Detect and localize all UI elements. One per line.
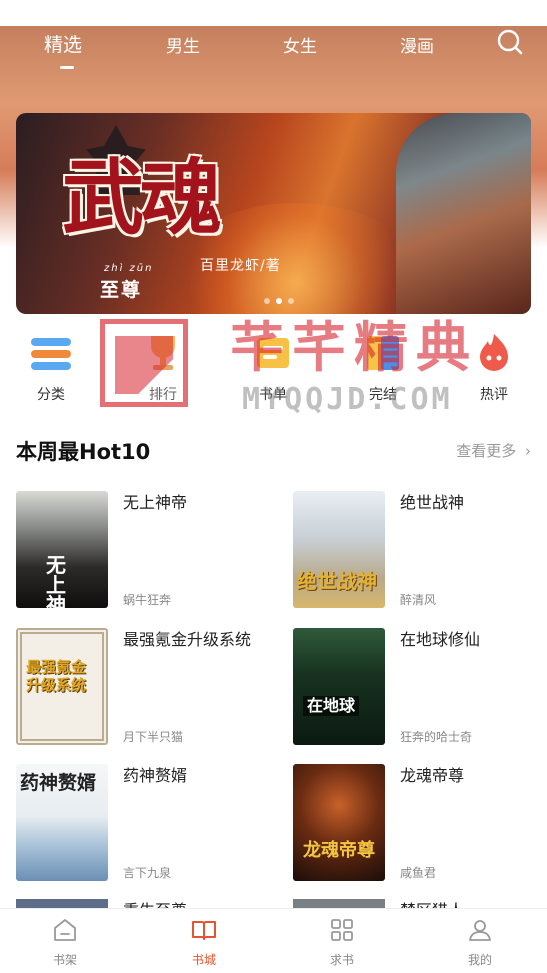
book-author: 狂奔的哈士奇: [400, 730, 473, 744]
book-title: 药神赘婿: [123, 766, 188, 785]
shortcut-category[interactable]: 分类: [11, 326, 91, 404]
promo-banner[interactable]: 武魂 zhì zūn 至尊 百里龙虾/著: [16, 113, 531, 314]
tab-comics[interactable]: 漫画: [400, 32, 434, 57]
banner-title: 武魂: [62, 150, 222, 246]
banner-author: 百里龙虾/著: [200, 258, 281, 274]
active-tab-indicator: [60, 66, 74, 69]
book-cover: 绝世战神: [293, 491, 385, 608]
banner-dot[interactable]: [288, 298, 294, 304]
top-tab-bar: 精选 男生 女生 漫画: [0, 26, 547, 76]
book-cover: 药神赘婿: [16, 764, 108, 881]
chevron-right-icon: ›: [525, 442, 531, 460]
book-cover: 最强氪金升级系统: [16, 628, 108, 745]
nav-profile[interactable]: 我的: [440, 917, 520, 968]
request-book-icon: [329, 917, 355, 943]
nav-label: 求书: [329, 953, 354, 967]
banner-dot[interactable]: [276, 298, 282, 304]
book-title: 在地球修仙: [400, 630, 481, 649]
nav-label: 书架: [52, 953, 77, 967]
booklist-icon: [251, 330, 295, 374]
category-icon: [29, 330, 73, 374]
banner-subtitle: 至尊: [100, 279, 143, 301]
banner-pinyin: zhì zūn: [104, 263, 154, 274]
shortcut-label: 完结: [369, 387, 397, 403]
shortcut-hot-comments[interactable]: 热评: [454, 326, 534, 404]
tab-male[interactable]: 男生: [166, 32, 200, 57]
hot-section-header: 本周最Hot10 查看更多 ›: [16, 436, 531, 466]
bookstore-icon: [191, 917, 217, 943]
nav-label: 我的: [467, 953, 492, 967]
book-card[interactable]: 药神赘婿 药神赘婿 言下九泉: [16, 764, 266, 882]
category-shortcuts: 分类 排行 书单 完结 热评: [0, 326, 547, 412]
book-title: 龙魂帝尊: [400, 766, 465, 785]
book-title: 无上神帝: [123, 493, 188, 512]
book-author: 月下半只猫: [123, 730, 184, 744]
banner-pagination: [264, 298, 294, 304]
hot-comment-icon: [472, 330, 516, 374]
shortcut-ranking[interactable]: 排行: [123, 326, 203, 404]
book-card[interactable]: 在地球 在地球修仙 狂奔的哈士奇: [293, 628, 543, 746]
shortcut-booklist[interactable]: 书单: [233, 326, 313, 404]
bottom-navigation: 书架 书城 求书 我的: [0, 908, 547, 973]
nav-bookstore[interactable]: 书城: [164, 917, 244, 968]
view-more-label: 查看更多: [456, 442, 517, 460]
banner-warrior-art: [396, 113, 531, 314]
book-card[interactable]: 无上神帝 无上神帝 蜗牛狂奔: [16, 491, 266, 609]
shortcut-completed[interactable]: 完结: [343, 326, 423, 404]
book-title: 最强氪金升级系统: [123, 630, 252, 649]
nav-request-book[interactable]: 求书: [302, 917, 382, 968]
book-card[interactable]: 龙魂帝尊 龙魂帝尊 咸鱼君: [293, 764, 543, 882]
status-bar: [0, 0, 547, 26]
book-author: 蜗牛狂奔: [123, 593, 172, 607]
banner-dot[interactable]: [264, 298, 270, 304]
shortcut-label: 分类: [37, 387, 65, 403]
bookshelf-icon: [52, 917, 78, 943]
search-icon: [497, 29, 523, 55]
book-title: 绝世战神: [400, 493, 465, 512]
shortcut-label: 排行: [149, 387, 177, 403]
book-cover: 在地球: [293, 628, 385, 745]
book-author: 言下九泉: [123, 866, 172, 880]
shortcut-label: 书单: [259, 387, 287, 403]
tab-female[interactable]: 女生: [283, 32, 317, 57]
book-card[interactable]: 最强氪金升级系统 最强氪金升级系统 月下半只猫: [16, 628, 266, 746]
view-more-link[interactable]: 查看更多 ›: [456, 440, 531, 461]
profile-icon: [467, 917, 493, 943]
tab-featured[interactable]: 精选: [44, 30, 82, 57]
completed-icon: [361, 330, 405, 374]
book-cover: 龙魂帝尊: [293, 764, 385, 881]
book-author: 咸鱼君: [400, 866, 437, 880]
book-author: 醉清风: [400, 593, 437, 607]
book-card[interactable]: 绝世战神 绝世战神 醉清风: [293, 491, 543, 609]
nav-label: 书城: [191, 953, 216, 967]
trophy-icon: [141, 330, 185, 374]
section-title: 本周最Hot10: [16, 440, 151, 464]
nav-bookshelf[interactable]: 书架: [25, 917, 105, 968]
shortcut-label: 热评: [480, 387, 508, 403]
book-cover: 无上神帝: [16, 491, 108, 608]
search-button[interactable]: [496, 28, 524, 56]
